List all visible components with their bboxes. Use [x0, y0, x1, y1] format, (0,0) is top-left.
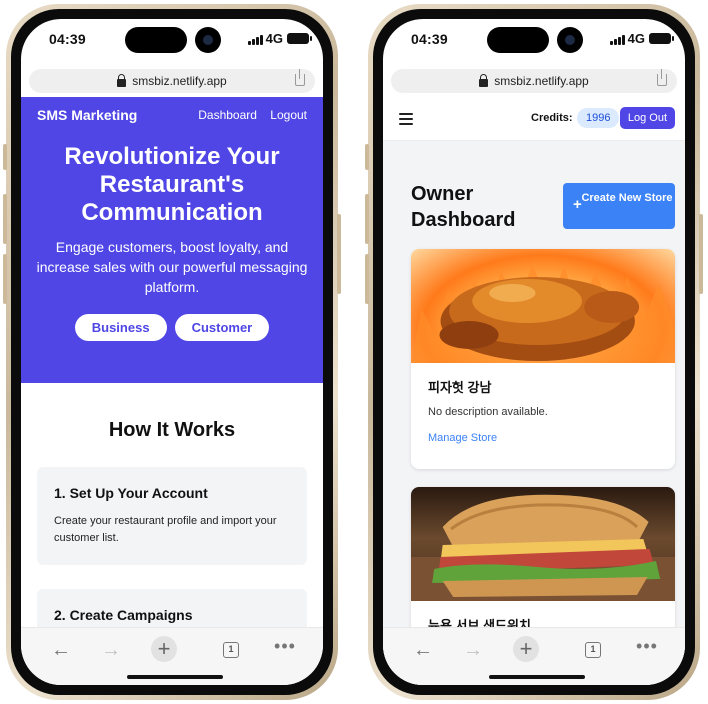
- lock-icon: [479, 73, 489, 87]
- status-time: 04:39: [411, 31, 448, 47]
- new-tab-plus-icon[interactable]: +: [151, 636, 177, 662]
- hero-subtitle: Engage customers, boost loyalty, and inc…: [36, 239, 308, 295]
- page-title: Owner Dashboard: [411, 183, 516, 231]
- share-icon[interactable]: [657, 69, 667, 86]
- browser-toolbar: ← → + 1 •••: [21, 627, 323, 685]
- network-label: 4G: [627, 31, 645, 46]
- battery-icon: [287, 33, 312, 44]
- create-store-button[interactable]: + Create New Store: [563, 183, 675, 229]
- step-title: 1. Set Up Your Account: [54, 485, 208, 501]
- volume-down-button: [365, 254, 369, 304]
- home-indicator[interactable]: [489, 675, 585, 679]
- network-label: 4G: [265, 31, 283, 46]
- lock-icon: [117, 73, 127, 87]
- status-bar: 04:39 4G: [383, 19, 685, 63]
- forward-arrow-icon[interactable]: →: [459, 636, 487, 664]
- store-image-roast-chicken: [411, 249, 675, 363]
- dynamic-island: [487, 27, 549, 53]
- brand-logo[interactable]: SMS Marketing: [37, 107, 137, 123]
- url-text: smsbiz.netlify.app: [132, 74, 227, 88]
- phone-right: 04:39 4G smsbiz.netlify.app Credits: 199…: [365, 4, 703, 700]
- credits-label: Credits:: [531, 112, 573, 124]
- battery-icon: [649, 33, 674, 44]
- dashboard: Credits: 1996 Log Out Owner Dashboard + …: [383, 97, 685, 685]
- store-description: No description available.: [428, 406, 548, 418]
- screen-left: 04:39 4G smsbiz.netlify.app SMS Marketin…: [21, 19, 323, 685]
- store-card: 뉴욕 서브 샌드위치: [411, 487, 675, 647]
- mute-switch: [3, 144, 7, 170]
- dynamic-island: [125, 27, 187, 53]
- tabs-icon[interactable]: 1: [217, 636, 245, 664]
- tabs-icon[interactable]: 1: [579, 636, 607, 664]
- new-tab-plus-icon[interactable]: +: [513, 636, 539, 662]
- status-bar: 04:39 4G: [21, 19, 323, 63]
- signal-icon: [248, 35, 263, 45]
- power-button: [699, 214, 703, 294]
- forward-arrow-icon[interactable]: →: [97, 636, 125, 664]
- business-button[interactable]: Business: [74, 314, 167, 341]
- camera-icon: [557, 27, 583, 53]
- roast-chicken-image: [411, 264, 675, 363]
- power-button: [337, 214, 341, 294]
- back-arrow-icon[interactable]: ←: [47, 636, 75, 664]
- plus-icon: +: [573, 196, 582, 213]
- signal-icon: [610, 35, 625, 45]
- menu-icon[interactable]: [399, 113, 413, 125]
- camera-icon: [195, 27, 221, 53]
- section-title: How It Works: [108, 419, 236, 441]
- store-image-sandwich: [411, 487, 675, 601]
- sandwich-image: [411, 494, 675, 601]
- step-card: 1. Set Up Your Account Create your resta…: [37, 467, 307, 565]
- status-time: 04:39: [49, 31, 86, 47]
- volume-up-button: [365, 194, 369, 244]
- hero-section: SMS Marketing Dashboard Logout Revolutio…: [21, 97, 323, 383]
- more-icon[interactable]: •••: [633, 632, 661, 660]
- create-store-label: Create New Store: [581, 192, 673, 204]
- url-bar[interactable]: smsbiz.netlify.app: [391, 69, 677, 93]
- volume-down-button: [3, 254, 7, 304]
- home-indicator[interactable]: [127, 675, 223, 679]
- volume-up-button: [3, 194, 7, 244]
- phone-left: 04:39 4G smsbiz.netlify.app SMS Marketin…: [3, 4, 341, 700]
- back-arrow-icon[interactable]: ←: [409, 636, 437, 664]
- logout-button[interactable]: Log Out: [619, 107, 675, 129]
- step-title: 2. Create Campaigns: [54, 607, 193, 623]
- mute-switch: [365, 144, 369, 170]
- store-card: 피자헛 강남 No description available. Manage …: [411, 249, 675, 469]
- hero-title: Revolutionize Your Restaurant's Communic…: [64, 143, 280, 226]
- app-header: Credits: 1996 Log Out: [383, 97, 685, 141]
- nav-logout-link[interactable]: Logout: [270, 108, 307, 122]
- store-name: 피자헛 강남: [428, 380, 492, 395]
- url-text: smsbiz.netlify.app: [494, 74, 589, 88]
- manage-store-link[interactable]: Manage Store: [428, 432, 658, 444]
- nav-dashboard-link[interactable]: Dashboard: [198, 108, 257, 122]
- customer-button[interactable]: Customer: [174, 314, 270, 341]
- browser-toolbar: ← → + 1 •••: [383, 627, 685, 685]
- screen-right: 04:39 4G smsbiz.netlify.app Credits: 199…: [383, 19, 685, 685]
- top-nav: SMS Marketing Dashboard Logout: [37, 107, 307, 125]
- more-icon[interactable]: •••: [271, 632, 299, 660]
- url-bar[interactable]: smsbiz.netlify.app: [29, 69, 315, 93]
- credits-badge: 1996: [577, 108, 620, 128]
- step-text: Create your restaurant profile and impor…: [54, 515, 277, 544]
- share-icon[interactable]: [295, 69, 305, 86]
